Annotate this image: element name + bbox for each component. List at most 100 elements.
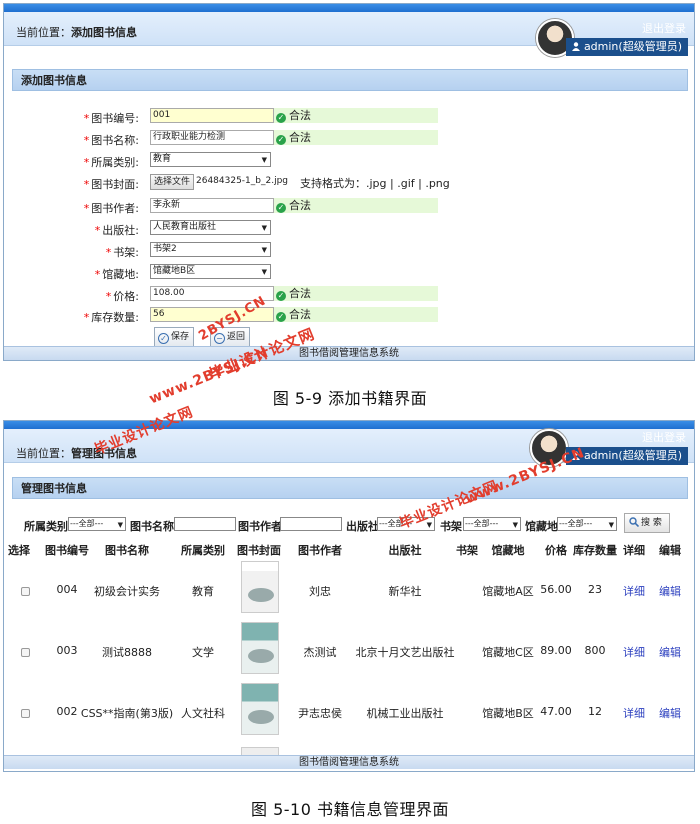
edit-link[interactable]: 编辑 — [659, 583, 681, 599]
required-mark: * — [83, 156, 90, 169]
cell-publisher: 新华社 — [388, 585, 422, 598]
cell-name: 初级会计实务 — [94, 585, 160, 598]
panel-title: 管理图书信息 — [12, 477, 688, 499]
field-label: * 库存数量: — [83, 311, 139, 324]
cell-stock: 12 — [588, 705, 602, 718]
cell-price: 89.00 — [540, 644, 572, 657]
detail-link[interactable]: 详细 — [623, 583, 645, 599]
column-header: 馆藏地 — [491, 544, 525, 557]
required-mark: * — [83, 134, 90, 147]
cell-category: 教育 — [192, 585, 214, 598]
cell-stock: 800 — [584, 644, 606, 657]
form-row: * 所属类别: 教育 ▼ — [4, 152, 694, 170]
column-header: 图书作者 — [298, 544, 342, 557]
breadcrumb-page: 管理图书信息 — [71, 447, 137, 460]
field-input[interactable]: 108.00 — [150, 286, 274, 301]
name-filter-label: 图书名称: — [130, 520, 179, 533]
field-input[interactable]: 56 — [150, 307, 274, 322]
column-header: 书架 — [456, 544, 478, 557]
validation-ok: ✓ 合法 — [274, 130, 438, 145]
logout-link[interactable]: 退出登录 — [642, 429, 686, 445]
row-checkbox[interactable] — [21, 587, 30, 596]
form-row: * 馆藏地: 馆藏地B区 ▼ — [4, 264, 694, 282]
edit-link[interactable]: 编辑 — [659, 644, 681, 660]
file-format-hint: 支持格式为：.jpg | .gif | .png — [300, 177, 450, 190]
field-select[interactable]: 教育 ▼ — [150, 152, 271, 167]
figure-caption-2: 图 5-10 书籍信息管理界面 — [251, 800, 449, 819]
check-icon: ✓ — [276, 203, 286, 213]
logout-link[interactable]: 退出登录 — [642, 20, 686, 36]
required-mark: * — [83, 112, 90, 125]
book-cover-image — [241, 561, 279, 613]
field-input[interactable]: 行政职业能力检测 — [150, 130, 274, 145]
required-mark: * — [83, 202, 90, 215]
cell-price: 56.00 — [540, 583, 572, 596]
name-filter-input[interactable] — [174, 517, 236, 531]
cell-category: 人文社科 — [181, 707, 225, 720]
column-header: 图书封面 — [237, 544, 281, 557]
chevron-down-icon: ▼ — [261, 224, 267, 232]
column-header: 图书编号 — [45, 544, 89, 557]
book-cover-image — [241, 622, 279, 674]
filter-bar: 所属类别 ---全部--- ▼ 图书名称: 图书作者: 出版社: ---全部---… — [4, 513, 694, 533]
publisher-filter-select[interactable]: ---全部--- ▼ — [377, 517, 435, 531]
row-checkbox[interactable] — [21, 648, 30, 657]
field-input[interactable]: 001 — [150, 108, 274, 123]
user-icon — [571, 451, 580, 460]
edit-link[interactable]: 编辑 — [659, 705, 681, 721]
chevron-down-icon: ▼ — [426, 521, 432, 529]
validation-ok: ✓ 合法 — [274, 108, 438, 123]
choose-file-button[interactable]: 选择文件 — [150, 174, 195, 190]
cover-illustration — [248, 649, 274, 663]
location-filter-select[interactable]: ---全部--- ▼ — [557, 517, 617, 531]
cell-location: 馆藏地C区 — [482, 646, 534, 659]
cell-category: 文学 — [192, 646, 214, 659]
form-row: * 图书编号: 001 ✓ 合法 — [4, 108, 694, 126]
field-label: * 图书封面: — [83, 178, 139, 191]
detail-link[interactable]: 详细 — [623, 705, 645, 721]
field-label: * 图书编号: — [83, 112, 139, 125]
cell-publisher: 机械工业出版社 — [366, 707, 444, 720]
field-label: * 图书作者: — [83, 202, 139, 215]
field-input[interactable]: 李永新 — [150, 198, 274, 213]
back-button[interactable]: − 返回 — [210, 327, 251, 347]
validation-ok: ✓ 合法 — [274, 307, 438, 322]
footer: 图书借阅管理信息系统 — [4, 755, 694, 769]
figure-caption-1: 图 5-9 添加书籍界面 — [272, 389, 428, 408]
cell-id: 002 — [56, 705, 78, 718]
required-mark: * — [105, 246, 112, 259]
form-row: * 图书作者: 李永新 ✓ 合法 — [4, 198, 694, 216]
field-select[interactable]: 馆藏地B区 ▼ — [150, 264, 271, 279]
author-filter-input[interactable] — [280, 517, 342, 531]
field-select[interactable]: 人民教育出版社 ▼ — [150, 220, 271, 235]
save-button[interactable]: ✓ 保存 — [154, 327, 195, 347]
field-label: * 价格: — [105, 290, 139, 303]
check-icon: ✓ — [276, 312, 286, 322]
shelf-filter-select[interactable]: ---全部--- ▼ — [463, 517, 521, 531]
detail-link[interactable]: 详细 — [623, 644, 645, 660]
cover-illustration — [248, 588, 274, 602]
column-header: 所属类别 — [181, 544, 225, 557]
user-badge: admin(超级管理员) — [565, 38, 688, 56]
search-button[interactable]: 搜 索 — [624, 513, 670, 533]
cell-publisher: 北京十月文艺出版社 — [355, 646, 455, 659]
minus-circle-icon: − — [214, 333, 225, 344]
check-icon: ✓ — [276, 135, 286, 145]
user-icon — [571, 42, 580, 51]
panel-title: 添加图书信息 — [12, 69, 688, 91]
top-bar — [4, 4, 694, 12]
cell-author: 刘忠 — [309, 585, 331, 598]
chevron-down-icon: ▼ — [117, 521, 123, 529]
breadcrumb: 当前位置：管理图书信息 — [16, 447, 137, 460]
field-select[interactable]: 书架2 ▼ — [150, 242, 271, 257]
chevron-down-icon: ▼ — [261, 156, 267, 164]
required-mark: * — [94, 224, 101, 237]
user-name: admin(超级管理员) — [583, 40, 682, 53]
category-filter-label: 所属类别 — [24, 520, 68, 533]
cell-price: 47.00 — [540, 705, 572, 718]
footer: 图书借阅管理信息系统 — [4, 346, 694, 360]
category-filter-select[interactable]: ---全部--- ▼ — [68, 517, 126, 531]
column-header: 库存数量 — [573, 544, 617, 557]
check-circle-icon: ✓ — [158, 333, 169, 344]
row-checkbox[interactable] — [21, 709, 30, 718]
